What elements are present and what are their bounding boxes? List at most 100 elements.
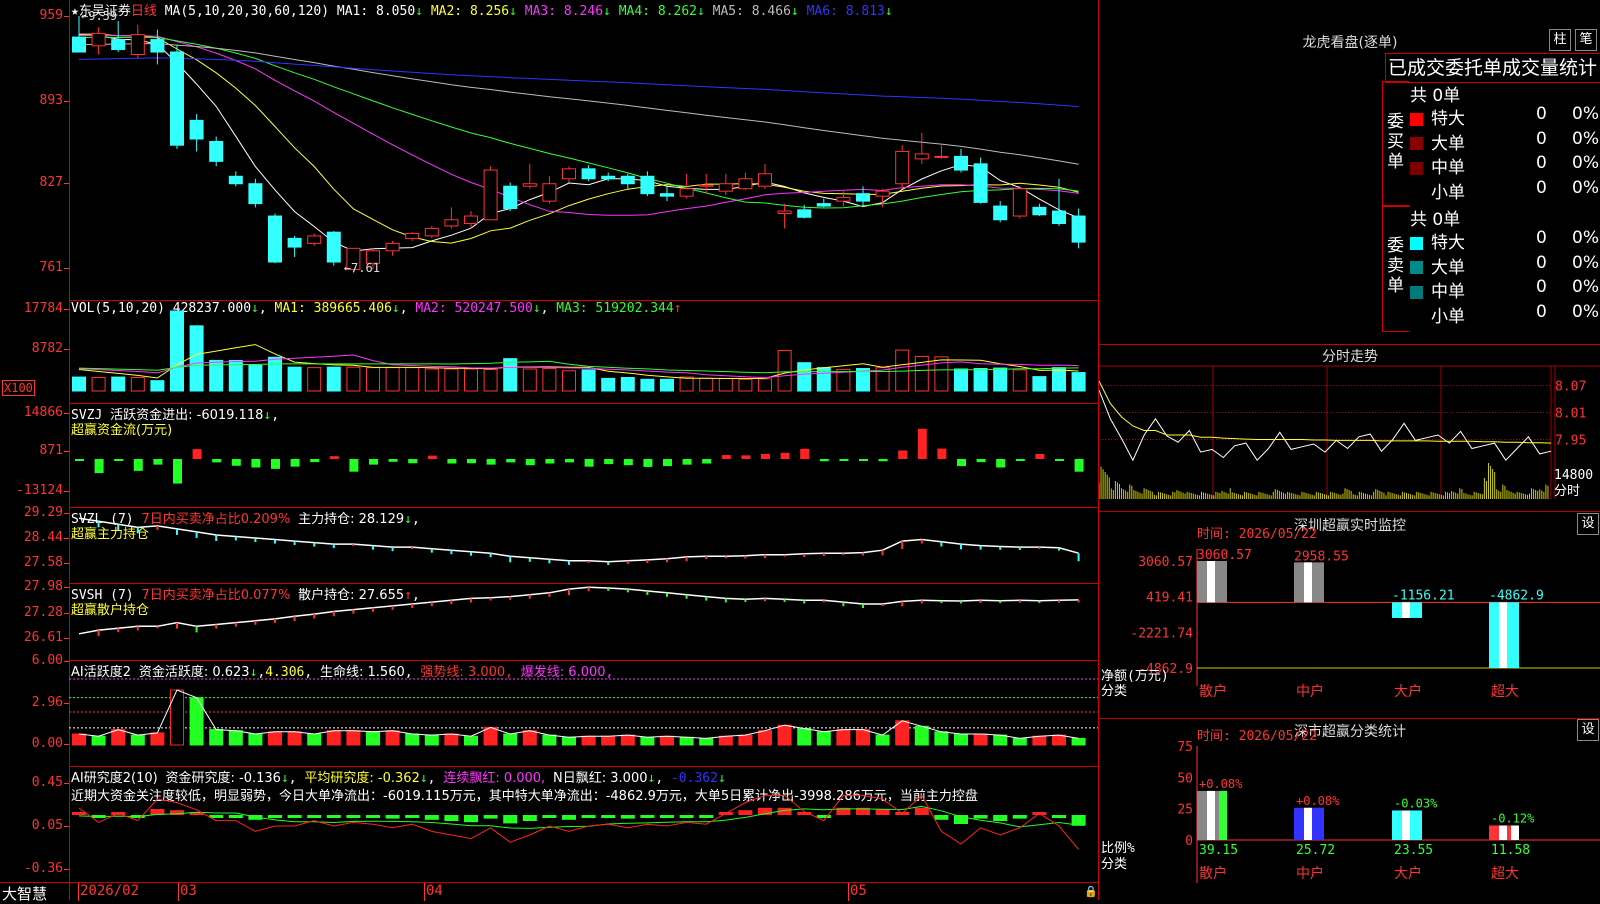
y-tick (64, 268, 69, 269)
sz-class-bar-accent (1511, 825, 1519, 840)
holding-tick (764, 554, 766, 558)
row-name: 大单 (1431, 257, 1465, 278)
activity-bar (444, 733, 459, 746)
price-y-axis: 959 893 827 761 (0, 0, 69, 300)
holding-tick (1038, 547, 1041, 550)
ai-research-chart[interactable] (69, 767, 1098, 884)
intraday-y-label: 8.01 (1555, 407, 1586, 422)
candle-body (405, 232, 420, 239)
candle-body (718, 183, 733, 192)
bar-mode-button[interactable]: 柱 (1549, 29, 1571, 51)
sell-total: 共 0单 (1410, 210, 1461, 230)
volume-bar (346, 366, 361, 392)
candle-body (797, 209, 812, 218)
svzl-y-axis: 29.29 28.44 27.58 (0, 505, 69, 583)
holding-tick (1077, 599, 1080, 603)
ai-active-panel[interactable]: AI活跃度2 资金活跃度: 0.623↓,4.306, 生命线: 1.560, … (69, 660, 1098, 767)
activity-bar (542, 734, 557, 746)
y-tick-label: 17784 (23, 301, 63, 316)
candle-body (993, 205, 1008, 221)
intraday-chart[interactable]: 8.07 8.01 7.95 14800分时 (1099, 344, 1600, 511)
price-panel[interactable]: ★东吴证券日线 MA(5,10,20,30,60,120) MA1: 8.050… (69, 0, 1098, 300)
svsh-chart[interactable] (69, 584, 1098, 661)
research-bar (424, 815, 439, 820)
ai-active-chart[interactable] (69, 661, 1098, 767)
dragon-tabs[interactable]: 已成交委托单成交量统计 (1385, 53, 1600, 83)
intraday-panel[interactable]: 分时走势 8.07 8.01 7.95 14800 分时 (1098, 344, 1600, 512)
candle-body (973, 163, 988, 203)
sz-monitor-category: 散户 (1199, 683, 1227, 700)
volume-bar (777, 350, 792, 392)
activity-bar (973, 733, 988, 746)
candle-body (954, 155, 968, 171)
sz-class-category: 超大 (1491, 866, 1519, 882)
holding-tick (176, 528, 178, 535)
fund-flow-bar (976, 459, 986, 463)
candle-body (856, 193, 870, 202)
volume-panel[interactable]: VOL(5,10,20) 428237.000↓, MA1: 389665.40… (69, 300, 1098, 404)
volume-bar (1012, 369, 1027, 392)
candle-body (601, 175, 616, 180)
fund-flow-bar (388, 459, 398, 462)
row-count: 0 (1536, 301, 1547, 322)
sz-class-bar-accent (1316, 807, 1324, 840)
sz-class-y-label: 0 (1185, 834, 1193, 849)
y-tick-label: 0.45 (31, 775, 63, 790)
volume-bar (307, 367, 322, 392)
fund-flow-bar (996, 459, 1006, 468)
holding-tick (979, 545, 982, 550)
holding-tick (430, 548, 433, 553)
volume-bar (268, 356, 282, 392)
volume-bar (248, 364, 263, 392)
volume-chart[interactable] (69, 301, 1098, 404)
y-tick-label: 0.00 (31, 736, 63, 751)
fund-flow-bar (153, 459, 163, 465)
fund-flow-bar (839, 459, 849, 461)
candle-body (522, 183, 537, 187)
row-name: 小单 (1431, 306, 1465, 327)
candle-body (287, 237, 302, 248)
svzl-chart[interactable] (69, 508, 1098, 584)
svzl-panel[interactable]: SVZL (7) 7日内买卖净占比0.209% 主力持仓: 28.129↓, 超… (69, 507, 1098, 584)
volume-bar (1032, 376, 1047, 392)
candle-body (130, 34, 145, 56)
ai-research-panel[interactable]: AI研究度2(10) 资金研究度: -0.136↓, 平均研究度: -0.362… (69, 766, 1098, 884)
dragon-row: 小单 0 0% (1410, 302, 1600, 327)
fund-flow-bar (192, 449, 202, 459)
tick-mode-button[interactable]: 笔 (1575, 29, 1597, 51)
holding-tick (901, 541, 904, 550)
activity-bar (111, 729, 126, 746)
activity-bar (699, 737, 714, 746)
dragon-row: 大单 0 0% (1410, 129, 1600, 154)
holding-tick (548, 559, 551, 564)
holding-tick (176, 622, 178, 629)
row-count: 0 (1536, 104, 1547, 124)
volume-bar (562, 370, 576, 392)
candle-body (679, 188, 694, 197)
sz-class-category: 大户 (1394, 865, 1422, 882)
holding-tick (881, 604, 884, 607)
y-tick-label: 27.98 (23, 579, 63, 594)
sz-class-value: 39.15 (1199, 843, 1238, 858)
lock-icon[interactable]: 🔒 (1084, 885, 1098, 898)
svzj-panel[interactable]: SVZJ 活跃资金进出: -6019.118↓, 超赢资金流(万元) (69, 403, 1098, 508)
holding-tick (489, 597, 492, 601)
svsh-panel[interactable]: SVSH (7) 7日内买卖净占比0.077% 散户持仓: 27.655↑, 超… (69, 583, 1098, 661)
y-tick-label: 8782 (31, 341, 63, 356)
price-chart[interactable]: ←9.59 ←7.61 (69, 0, 1098, 300)
row-count: 0 (1536, 128, 1547, 149)
activity-bar (72, 733, 86, 746)
svzj-chart[interactable] (69, 404, 1098, 508)
holding-tick (234, 536, 237, 541)
research-bar (72, 812, 86, 815)
holding-tick (940, 541, 943, 547)
vol-unit-badge[interactable]: X100 (2, 380, 35, 396)
fund-flow-bar (819, 459, 829, 462)
volume-bar (170, 310, 184, 392)
research-bar (934, 815, 949, 820)
brand-logo[interactable]: 大智慧 (2, 883, 47, 904)
sz-class-panel: 深市超赢分类统计 设 时间: 2026/05/22 75 50 25 0 +0.08% 39… (1098, 718, 1600, 900)
holding-line (78, 586, 1079, 635)
y-tick-label: 26.61 (23, 630, 63, 645)
activity-bar (150, 732, 165, 746)
